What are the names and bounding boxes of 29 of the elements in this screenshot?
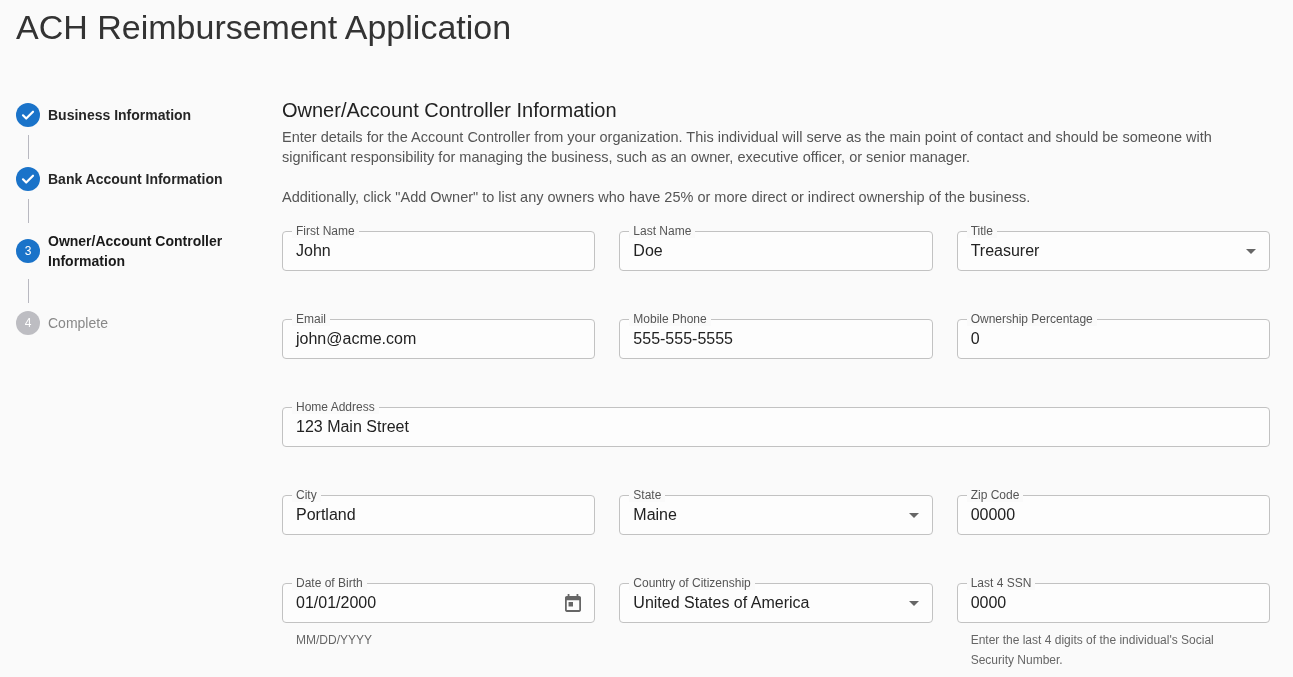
caret-icon	[1246, 248, 1256, 254]
field-label: Last Name	[629, 224, 696, 238]
field-label: Ownership Percentage	[966, 312, 1097, 326]
section-title: Owner/Account Controller Information	[282, 98, 618, 123]
helper-text: MM/DD/YYYY	[295, 632, 373, 649]
field-label: Country of Citizenship	[629, 576, 755, 590]
step-number: 3	[16, 239, 40, 263]
calendar-icon[interactable]	[565, 594, 582, 612]
caret-icon	[908, 600, 919, 606]
field-label: Zip Code	[966, 488, 1024, 502]
helper-text: Enter the last 4 digits of the individual's Social Security Number.	[969, 632, 1215, 669]
page-title: ACH Reimbursement Application	[16, 7, 513, 47]
field-label: First Name	[292, 224, 359, 238]
field-label: City	[292, 488, 321, 502]
field-label: Home Address	[292, 400, 379, 414]
field-label: Last 4 SSN	[966, 576, 1036, 590]
step-label[interactable]: Complete	[48, 313, 108, 333]
caret-icon	[908, 512, 919, 518]
step-number: 4	[16, 311, 40, 335]
description-text: Additionally, click "Add Owner" to list any owners who have 25% or more direct or indirect ownership of the business.	[282, 188, 1032, 207]
field-label: Email	[292, 312, 330, 326]
step-label[interactable]: Business Information	[48, 105, 192, 125]
field-label: Title	[966, 224, 997, 238]
description-text: Enter details for the Account Controller from your organization. This individual will serve as the main point of contact and should be someone with significant responsibility for managing the business, such as an owner, executive officer, or senior manager.	[282, 128, 1213, 167]
step-label[interactable]: Bank Account Information	[48, 169, 223, 189]
field-label: Mobile Phone	[629, 312, 711, 326]
field-label: State	[629, 488, 666, 502]
step-label[interactable]: Owner/Account Controller Information	[48, 231, 238, 271]
field-label: Date of Birth	[292, 576, 367, 590]
